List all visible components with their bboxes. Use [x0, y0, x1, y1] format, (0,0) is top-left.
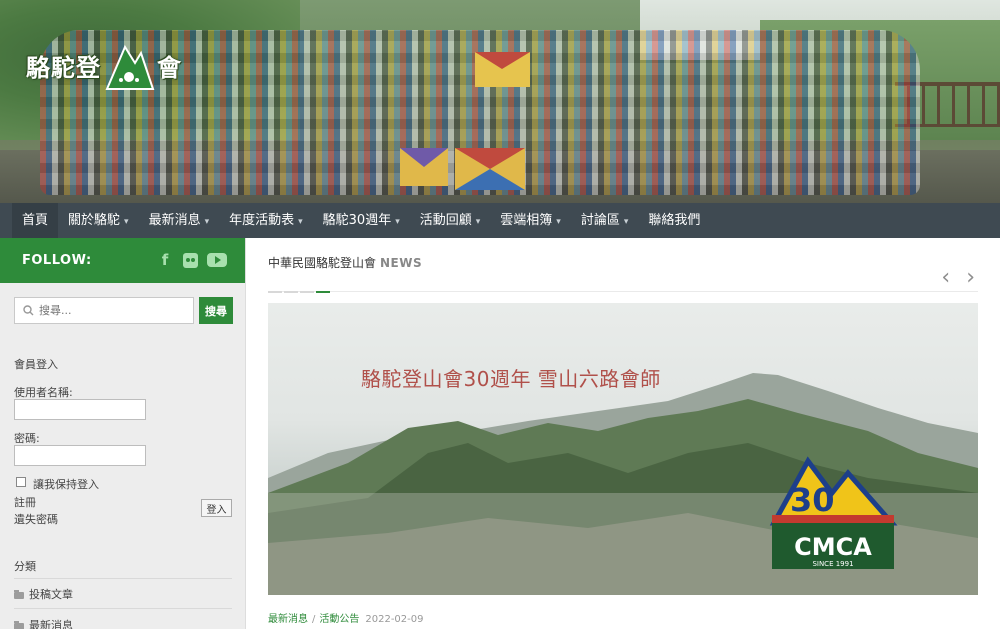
banner-flag — [400, 148, 448, 186]
facebook-icon[interactable]: f — [156, 251, 174, 269]
nav-item[interactable]: 雲端相簿 ▾ — [490, 203, 571, 238]
slide-title: 駱駝登山會30週年 雪山六路會師 — [361, 367, 661, 391]
forgot-password-link[interactable]: 遺失密碼 — [14, 511, 58, 527]
nav-item-label: 雲端相簿 — [500, 213, 553, 228]
nav-item-label: 關於駱駝 — [68, 213, 121, 228]
categories-heading: 分類 — [14, 560, 36, 573]
nav-item[interactable]: 聯絡我們 — [638, 203, 710, 238]
post-meta: 最新消息 / 活動公告 2022-02-09 — [268, 610, 424, 625]
nav-item[interactable]: 活動回顧 ▾ — [410, 203, 491, 238]
chevron-down-icon: ▾ — [475, 217, 481, 227]
category-label: 投稿文章 — [29, 588, 73, 601]
section-divider — [268, 291, 978, 292]
main-content: 中華民國駱駝登山會 NEWS ‹ › 駱駝登山會30週年 雪山六路會師 30 CM… — [247, 238, 1000, 629]
main-nav: 首頁 關於駱駝 ▾ 最新消息 ▾ 年度活動表 ▾ 駱駝30週年 ▾ 活動回顧 ▾ 雲端相簿 ▾ 討論區 ▾ 聯… — [0, 203, 1000, 238]
login-heading: 會員登入 — [14, 358, 58, 371]
camel-mountain-logo-icon — [105, 44, 155, 90]
cmca-30th-logo-icon: 30 CMCA SINCE 1991 — [769, 456, 898, 569]
header-banner: 駱駝登 會 — [0, 0, 1000, 203]
nav-item-label: 年度活動表 — [229, 213, 295, 228]
chevron-down-icon: ▾ — [623, 217, 629, 227]
password-label: 密碼: — [14, 432, 40, 445]
username-label: 使用者名稱: — [14, 386, 73, 399]
featured-slide[interactable]: 駱駝登山會30週年 雪山六路會師 30 CMCA SINCE 1991 — [268, 303, 978, 595]
chevron-down-icon: ▾ — [298, 217, 303, 227]
slider-dot[interactable] — [300, 291, 314, 293]
nav-item[interactable]: 最新消息 ▾ — [139, 203, 220, 238]
flickr-icon[interactable] — [183, 252, 198, 268]
slider-dot-active[interactable] — [316, 291, 330, 293]
slider-indicator — [268, 291, 330, 293]
nav-item-label: 討論區 — [580, 213, 620, 228]
category-link[interactable]: 活動公告 — [319, 614, 359, 625]
folder-icon — [14, 620, 24, 629]
chevron-down-icon: ▾ — [124, 217, 129, 227]
divider — [14, 578, 232, 579]
category-item[interactable]: 最新消息 — [14, 617, 73, 629]
sidebar: FOLLOW: f 搜尋 會員登入 使用者名稱: 密碼: 讓我保持登入 註冊 遺… — [0, 238, 246, 629]
chevron-down-icon: ▾ — [395, 217, 400, 227]
remember-checkbox[interactable] — [16, 477, 26, 487]
nav-item-label: 駱駝30週年 — [322, 213, 392, 228]
section-title: 中華民國駱駝登山會 NEWS — [268, 254, 422, 271]
chevron-right-icon[interactable]: › — [966, 267, 975, 289]
folder-icon — [14, 589, 24, 599]
search-icon — [23, 305, 34, 316]
nav-item[interactable]: 駱駝30週年 ▾ — [313, 203, 410, 238]
search-field-wrapper — [14, 297, 194, 324]
meta-separator: / — [312, 614, 316, 625]
badge-text: CMCA — [794, 533, 872, 561]
logo-text: 會 — [157, 53, 182, 82]
site-logo[interactable]: 駱駝登 會 — [26, 38, 182, 92]
nav-item[interactable]: 討論區 ▾ — [571, 203, 639, 238]
chevron-left-icon[interactable]: ‹ — [941, 267, 950, 289]
social-links: f — [156, 251, 227, 269]
register-link[interactable]: 註冊 — [14, 494, 36, 510]
category-item[interactable]: 投稿文章 — [14, 586, 73, 602]
nav-item-label: 首頁 — [22, 213, 49, 228]
banner-flag — [475, 52, 530, 87]
nav-item[interactable]: 關於駱駝 ▾ — [58, 203, 139, 238]
section-title-suffix: NEWS — [380, 256, 423, 270]
badge-since: SINCE 1991 — [812, 560, 853, 568]
nav-item[interactable]: 首頁 — [12, 203, 59, 238]
category-link[interactable]: 最新消息 — [268, 614, 308, 625]
post-date: 2022-02-09 — [365, 614, 424, 625]
search-form: 搜尋 — [14, 297, 233, 324]
badge-number: 30 — [790, 481, 835, 519]
nav-item[interactable]: 年度活動表 ▾ — [219, 203, 313, 238]
section-title-text: 中華民國駱駝登山會 — [268, 256, 377, 270]
search-input[interactable] — [39, 304, 189, 317]
youtube-icon[interactable] — [207, 253, 227, 267]
nav-item-label: 最新消息 — [148, 213, 201, 228]
chevron-down-icon: ▾ — [556, 217, 561, 227]
logo-text: 駱駝登 — [26, 53, 101, 82]
remember-label: 讓我保持登入 — [33, 478, 99, 491]
password-field[interactable] — [14, 445, 146, 466]
slider-dot[interactable] — [268, 291, 282, 293]
divider — [14, 608, 232, 609]
slider-arrows: ‹ › — [941, 267, 975, 289]
chevron-down-icon: ▾ — [204, 217, 210, 227]
nav-item-label: 聯絡我們 — [648, 213, 701, 228]
follow-bar: FOLLOW: f — [0, 238, 245, 283]
banner-flag — [455, 148, 525, 190]
username-field[interactable] — [14, 399, 146, 420]
follow-label: FOLLOW: — [22, 253, 92, 268]
search-button[interactable]: 搜尋 — [199, 297, 233, 324]
nav-item-label: 活動回顧 — [419, 213, 472, 228]
slider-dot[interactable] — [284, 291, 298, 293]
category-label: 最新消息 — [29, 619, 73, 629]
login-button[interactable]: 登入 — [201, 499, 232, 517]
